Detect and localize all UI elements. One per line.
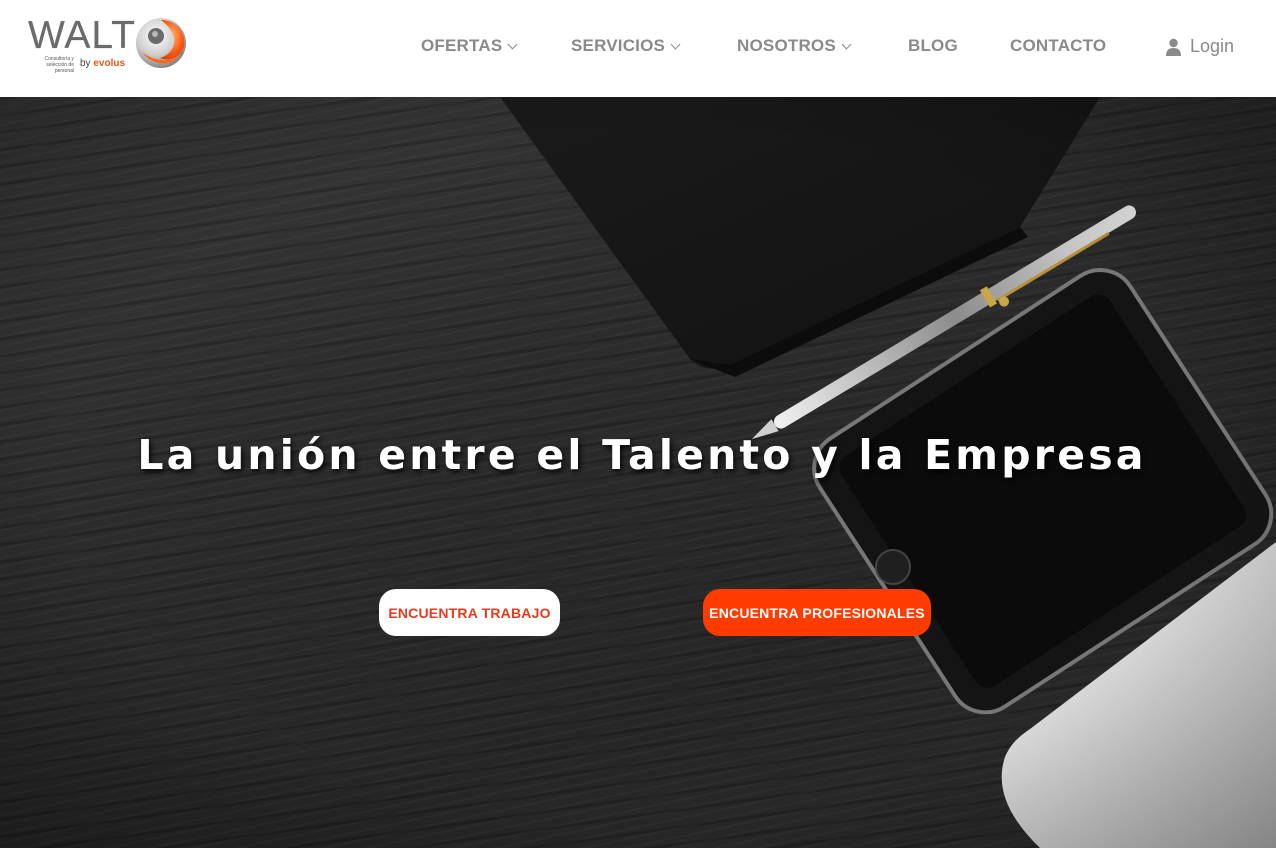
logo-by-text: by	[80, 58, 91, 69]
chevron-down-icon	[841, 39, 852, 49]
site-header: WALT Consultoría y selección de personal…	[0, 0, 1276, 97]
logo-wordmark: WALT	[28, 14, 136, 57]
nav-label: BLOG	[908, 36, 958, 55]
nav-item-nosotros[interactable]: NOSOTROS	[737, 36, 852, 56]
chevron-down-icon	[507, 39, 518, 49]
nav-label: CONTACTO	[1010, 36, 1107, 55]
nav-item-blog[interactable]: BLOG	[908, 36, 958, 56]
nav-item-contacto[interactable]: CONTACTO	[1010, 36, 1106, 56]
hero-section: La unión entre el Talento y la Empresa E…	[0, 97, 1276, 848]
find-professionals-button[interactable]: ENCUENTRA PROFESIONALES	[703, 589, 931, 636]
user-icon	[1166, 38, 1181, 56]
login-link[interactable]: Login	[1165, 36, 1234, 57]
nav-label: SERVICIOS	[571, 36, 666, 55]
logo[interactable]: WALT Consultoría y selección de personal…	[26, 14, 188, 74]
nav-item-ofertas[interactable]: OFERTAS	[421, 36, 518, 56]
login-label: Login	[1190, 36, 1235, 56]
nav-item-servicios[interactable]: SERVICIOS	[571, 36, 681, 56]
nav-label: NOSOTROS	[737, 36, 836, 55]
logo-byline: by evolus	[80, 58, 125, 69]
logo-mark-icon	[136, 18, 186, 68]
find-job-button[interactable]: ENCUENTRA TRABAJO	[379, 589, 560, 636]
hero-title: La unión entre el Talento y la Empresa	[137, 431, 1147, 479]
chevron-down-icon	[670, 39, 681, 49]
logo-brand: evolus	[93, 58, 126, 69]
logo-tagline: Consultoría y selección de personal	[44, 56, 74, 74]
nav-label: OFERTAS	[421, 36, 503, 55]
